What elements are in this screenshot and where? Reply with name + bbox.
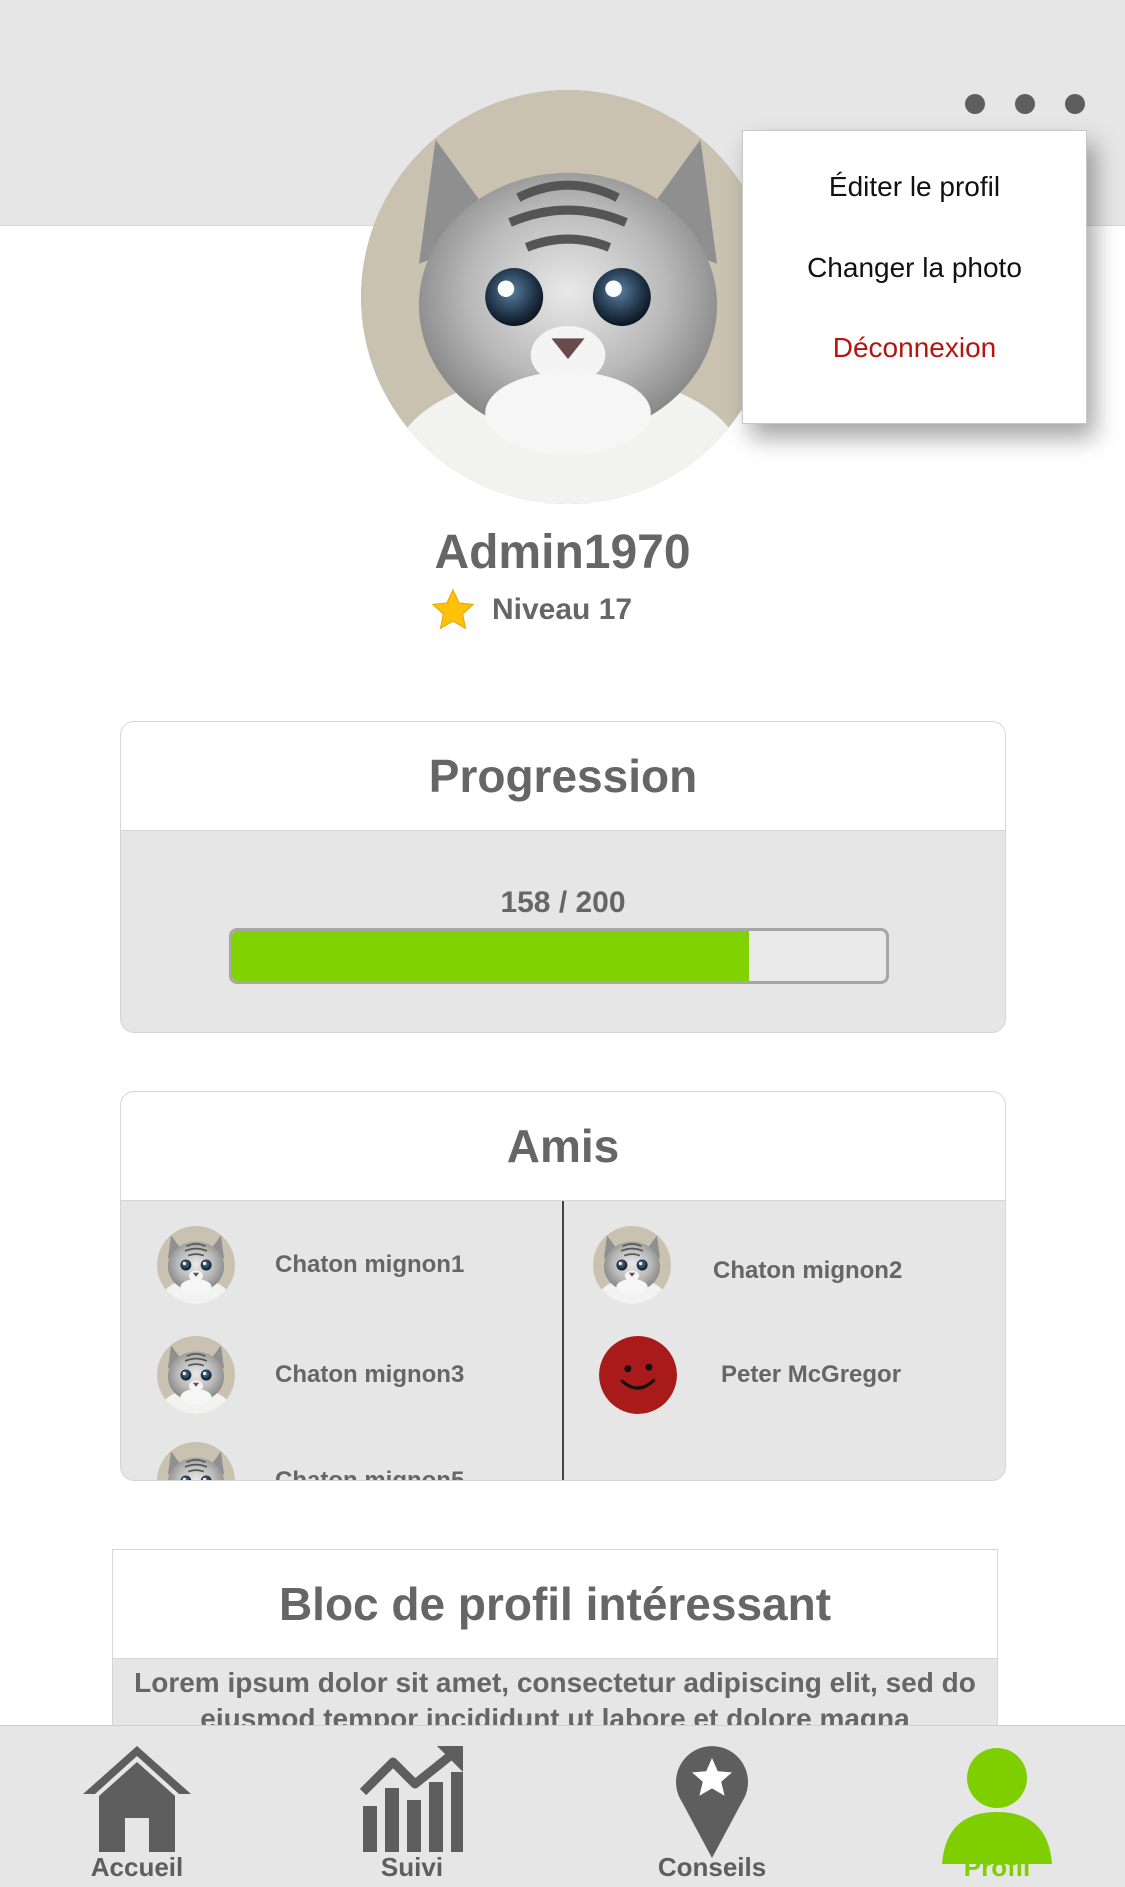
profile-avatar[interactable] [361,90,775,504]
friend-name: Chaton mignon3 [275,1361,465,1388]
chart-icon [359,1746,463,1852]
username: Admin1970 [434,526,691,579]
kitten-avatar [593,1226,671,1304]
friend-item[interactable]: Chaton mignon5 [157,1442,465,1481]
menu-dot [965,94,985,114]
friend-item[interactable]: Chaton mignon2 [593,1226,902,1304]
nav-label: Accueil [90,1852,184,1882]
home-icon [83,1746,191,1852]
kitten-avatar [157,1336,235,1414]
user-icon [942,1748,1052,1864]
nav-item-accueil[interactable]: Accueil [37,1726,237,1887]
friend-name: Chaton mignon1 [275,1251,465,1278]
kitten-avatar [157,1442,235,1480]
nav-item-profil[interactable]: Profil [897,1726,1097,1887]
logout-menu-item[interactable]: Déconnexion [743,332,1086,364]
level-row: Niveau 17 [430,586,632,634]
friends-divider [562,1201,564,1480]
friend-item[interactable]: Peter McGregor [599,1336,901,1414]
progression-card: Progression 158 / 200 [120,721,1006,1033]
friends-card: Amis Chaton mignon1 Chaton mignon2 Chato… [120,1091,1006,1481]
menu-dot [1065,94,1085,114]
friend-item[interactable]: Chaton mignon3 [157,1336,464,1414]
progression-title: Progression [121,722,1005,831]
friend-name: Chaton mignon5 [275,1467,465,1481]
profile-options-dropdown: Éditer le profil Changer la photo Déconn… [742,130,1087,424]
nav-item-suivi[interactable]: Suivi [312,1726,512,1887]
friends-title: Amis [121,1092,1005,1201]
progression-count: 158 / 200 [500,886,626,919]
smiley-avatar [599,1336,677,1414]
progression-bar-fill [232,931,749,981]
level-label: Niveau 17 [492,593,633,626]
progression-bar [229,928,889,984]
nav-label: Suivi [380,1852,444,1882]
friend-name: Peter McGregor [721,1361,902,1388]
star-icon [431,588,475,630]
friend-item[interactable]: Chaton mignon1 [157,1226,464,1304]
about-card: Bloc de profil intéressant Lorem ipsum d… [112,1549,998,1751]
more-options-icon[interactable] [965,88,1085,120]
bottom-nav: Accueil Suivi Conseils Profil [0,1725,1125,1887]
change-photo-menu-item[interactable]: Changer la photo [743,252,1086,284]
kitten-avatar [157,1226,235,1304]
map-pin-star-icon [676,1746,748,1858]
about-title: Bloc de profil intéressant [113,1550,997,1659]
menu-dot [1015,94,1035,114]
nav-item-conseils[interactable]: Conseils [612,1726,812,1887]
friend-name: Chaton mignon2 [713,1257,903,1284]
nav-label: Conseils [657,1852,767,1882]
nav-label: Profil [963,1852,1031,1882]
kitten-photo [361,90,775,504]
edit-profile-menu-item[interactable]: Éditer le profil [743,171,1086,203]
